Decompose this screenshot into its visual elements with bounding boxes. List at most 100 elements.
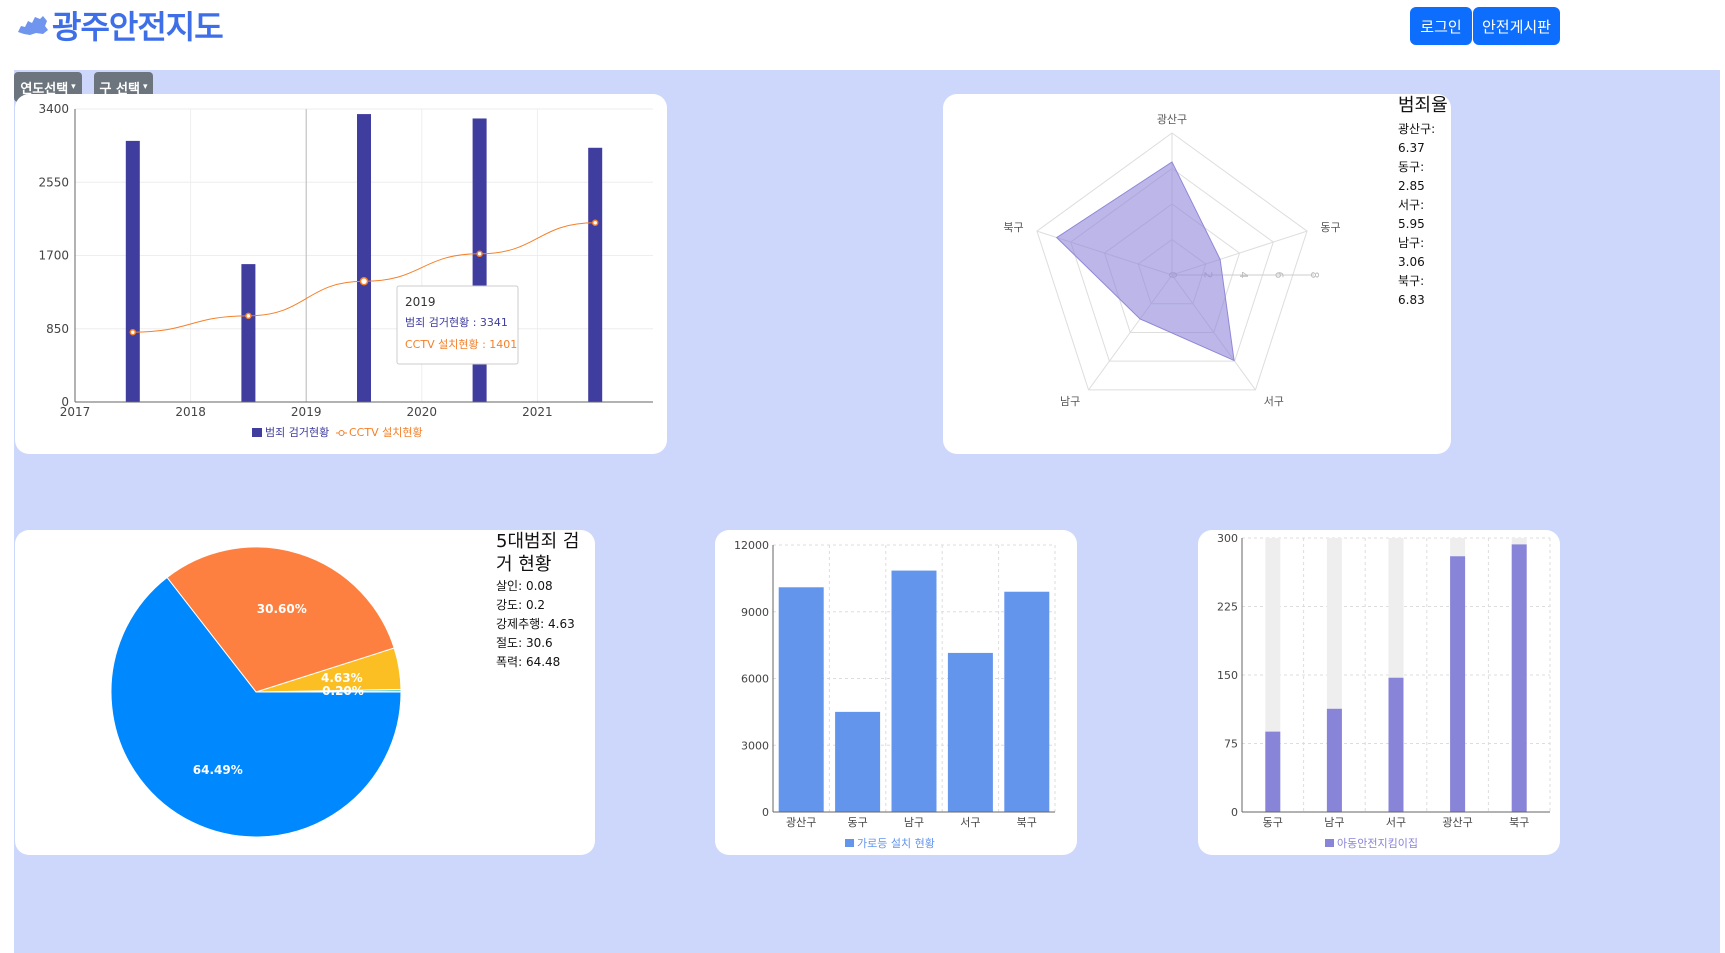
login-button[interactable]: 로그인: [1410, 7, 1472, 45]
y-tick-label: 3000: [741, 739, 769, 752]
crime-rate-list: 광산구: 6.37 동구: 2.85 서구: 5.95 남구: 3.06 북구: 6.83: [1398, 120, 1451, 310]
streetlight-bar-chart: 0 3000 6000 9000 12000 광산구 동구 남구 서구 북구 가로등 설치 현황: [734, 539, 1056, 850]
x-tick-label: 광산구: [786, 816, 816, 829]
radar-axis-label: 북구: [1003, 221, 1023, 234]
y-tick-label: 3400: [38, 102, 69, 116]
caret-down-icon: ▾: [142, 82, 148, 92]
safety-board-button[interactable]: 안전게시판: [1473, 7, 1560, 45]
radar-axis-label: 동구: [1320, 221, 1340, 234]
crime-arrest-bar[interactable]: [357, 114, 371, 402]
y-tick-label: 6000: [741, 673, 769, 686]
legend-label: 아동안전지킴이집: [1337, 837, 1418, 850]
y-tick-label: 300: [1217, 532, 1238, 545]
radar-axis-label: 남구: [1060, 395, 1080, 408]
pie-slice-label: 4.63%: [321, 671, 363, 685]
cctv-point[interactable]: [129, 328, 137, 336]
cctv-point[interactable]: [476, 250, 483, 258]
x-tick-label: 남구: [1324, 816, 1344, 829]
y-tick-label: 75: [1224, 738, 1238, 751]
crime-rate-item: 서구: 5.95: [1398, 198, 1425, 231]
map-logo-icon: [18, 16, 48, 35]
bar[interactable]: [891, 570, 937, 812]
pie-slice-label: 64.49%: [193, 763, 243, 777]
bar[interactable]: [1004, 591, 1050, 812]
bar[interactable]: [1265, 731, 1281, 812]
bar[interactable]: [1450, 556, 1466, 812]
crime-rate-title: 범죄율: [1398, 95, 1448, 116]
crime-rate-item: 남구: 3.06: [1398, 236, 1425, 269]
bar[interactable]: [1388, 677, 1404, 812]
five-crimes-title: 5대범죄 검거 현황: [496, 531, 580, 575]
legend-swatch: [845, 839, 854, 847]
child-safety-bar-chart: 0 75 150 225 300 동구 남구 서구 광산구 북구 아동안전지킴이집: [1217, 532, 1551, 850]
crime-type-item: 살인: 0.08: [496, 579, 553, 593]
crime-type-item: 폭력: 64.48: [496, 655, 561, 669]
y-tick-label: 150: [1217, 669, 1238, 682]
y-tick-label: 1700: [38, 249, 69, 263]
y-tick-label: 9000: [741, 606, 769, 619]
chart-tooltip: 2019 범죄 검거현황 : 3341 CCTV 설치현황 : 1401: [396, 285, 519, 365]
bar[interactable]: [1511, 544, 1527, 812]
cctv-point[interactable]: [245, 312, 252, 320]
x-tick-label: 남구: [904, 816, 924, 829]
chart-legend: 아동안전지킴이집: [1325, 837, 1418, 850]
y-tick-label: 0: [1231, 806, 1238, 819]
chart-legend: 범죄 검거현황 CCTV 설치현황: [252, 426, 423, 439]
pie-slice-label: 30.60%: [257, 602, 307, 616]
child-safety-chart-card: 0 75 150 225 300 동구 남구 서구 광산구 북구 아동안전지킴이집: [1198, 530, 1560, 855]
radar-tick-label: 8: [1308, 272, 1321, 279]
radar-axis-label: 서구: [1264, 395, 1284, 408]
crime-rate-item: 동구: 2.85: [1398, 160, 1425, 193]
y-tick-label: 0: [762, 806, 769, 819]
bar[interactable]: [947, 652, 993, 812]
crime-rate-item: 6.37: [1398, 141, 1425, 155]
y-tick-label: 850: [46, 322, 69, 336]
crime-type-item: 강제추행: 4.63: [496, 617, 575, 631]
x-tick-label: 북구: [1017, 816, 1037, 829]
bar[interactable]: [1326, 708, 1342, 812]
radar-tick-label: 4: [1237, 272, 1250, 279]
radar-area[interactable]: [1055, 161, 1235, 362]
crime-arrest-bar[interactable]: [241, 264, 256, 402]
legend-bar-label: 범죄 검거현황: [265, 426, 329, 439]
logo-text: 광주안전지도: [52, 8, 224, 46]
radar-axis-label: 광산구: [1157, 113, 1187, 126]
x-tick-label: 2019: [291, 405, 322, 419]
dashboard-area: 연도선택 ▾ 구 선택 ▾ 0 850 1700 2550 3400 2017 2018 2019…: [14, 70, 1720, 953]
tooltip-line-value: CCTV 설치현황 : 1401: [405, 338, 517, 351]
bar[interactable]: [778, 587, 824, 812]
legend-swatch: [1325, 839, 1334, 847]
x-tick-label: 서구: [1386, 816, 1406, 829]
five-crimes-pie-card: 0.20% 4.63% 30.60% 64.49% 5대범죄 검거 현황 살인: 0.…: [15, 530, 595, 855]
streetlight-chart-card: 0 3000 6000 9000 12000 광산구 동구 남구 서구 북구 가로등 설치 현황: [715, 530, 1077, 855]
crime-arrest-bar[interactable]: [125, 140, 140, 402]
crime-rate-item: 광산구:: [1398, 122, 1436, 136]
crime-type-item: 강도: 0.2: [496, 598, 546, 612]
legend-line-label: CCTV 설치현황: [349, 426, 423, 439]
x-tick-label: 광산구: [1442, 816, 1472, 829]
five-crimes-list: 살인: 0.08 강도: 0.2 강제추행: 4.63 절도: 30.6 폭력: 64.…: [496, 577, 575, 672]
pie-slice-label: 0.20%: [322, 684, 364, 698]
x-tick-label: 북구: [1509, 816, 1529, 829]
y-tick-label: 2550: [38, 175, 69, 189]
chart-legend: 가로등 설치 현황: [845, 837, 935, 850]
crime-rate-radar-card: 02468 광산구동구서구남구북구 범죄율 광산구:6.37동구: 2.85서구…: [943, 94, 1451, 454]
cctv-point[interactable]: [359, 277, 369, 286]
x-tick-label: 동구: [1263, 816, 1283, 829]
logo[interactable]: 광주안전지도: [16, 2, 224, 48]
caret-down-icon: ▾: [71, 82, 76, 92]
crime-type-item: 절도: 30.6: [496, 636, 553, 650]
crime-rate-radar-chart: 02468 광산구동구서구남구북구: [1003, 113, 1340, 408]
crime-cctv-chart-card: 0 850 1700 2550 3400 2017 2018 2019 2020 2021 201…: [15, 94, 667, 454]
crime-arrest-bar[interactable]: [588, 147, 603, 402]
tooltip-title: 2019: [405, 295, 436, 309]
crime-rate-item: 북구: 6.83: [1398, 274, 1425, 307]
tooltip-bar-value: 범죄 검거현황 : 3341: [405, 316, 508, 329]
y-tick-label: 225: [1217, 601, 1238, 614]
header: 광주안전지도 로그인 안전게시판: [0, 0, 1725, 70]
x-tick-label: 2021: [522, 405, 553, 419]
bar[interactable]: [835, 711, 881, 812]
x-tick-label: 2017: [60, 405, 91, 419]
cctv-point[interactable]: [591, 219, 599, 227]
x-tick-label: 2020: [407, 405, 438, 419]
